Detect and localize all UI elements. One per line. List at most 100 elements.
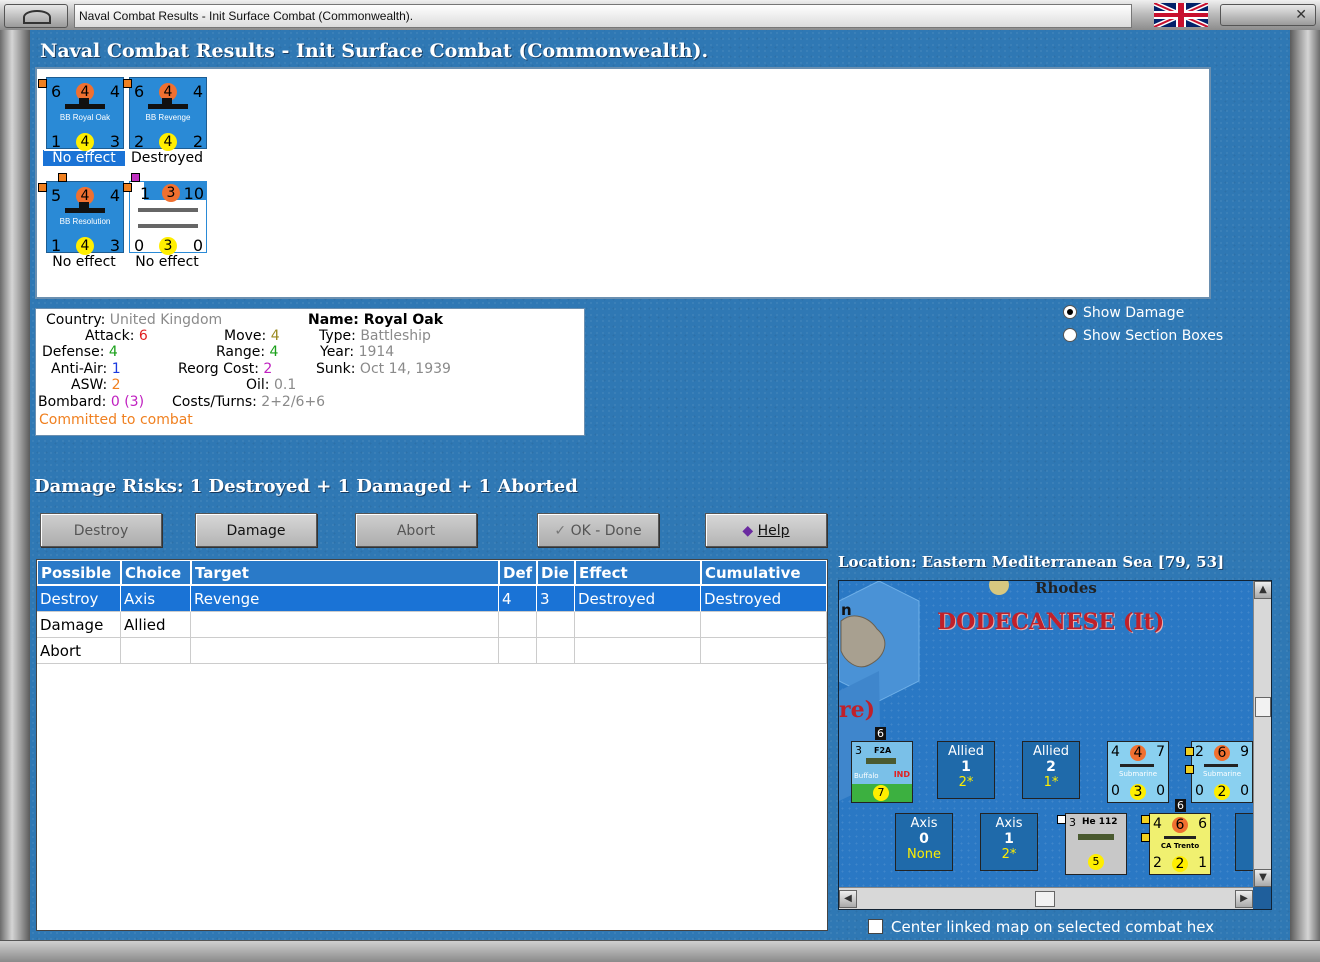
unit-royal-oak[interactable]: 6 4 4 BB Royal Oak 1 4 3 No effect bbox=[43, 75, 126, 166]
info-type: Type: Battleship bbox=[319, 328, 431, 344]
map-submarine-2[interactable]: 2 6 9 Submarine 0 2 0 bbox=[1191, 741, 1253, 803]
table-row-cell[interactable]: Revenge bbox=[191, 586, 499, 612]
help-button[interactable]: ◆ Help bbox=[705, 513, 827, 547]
unit-revenge[interactable]: 6 4 4 BB Revenge 2 4 2 Destroyed bbox=[126, 77, 208, 166]
unit-result: Destroyed bbox=[131, 150, 203, 166]
radio-unselected-icon bbox=[1063, 328, 1077, 342]
ok-done-button[interactable]: ✓ OK - Done bbox=[537, 513, 659, 547]
scroll-left-icon[interactable]: ◀ bbox=[839, 890, 857, 908]
unit-marker-icon bbox=[123, 79, 132, 88]
show-section-boxes-radio[interactable]: Show Section Boxes bbox=[1063, 328, 1223, 344]
close-button[interactable]: ✕ bbox=[1220, 4, 1316, 26]
table-row-cell[interactable] bbox=[191, 612, 499, 638]
scroll-down-icon[interactable]: ▼ bbox=[1254, 869, 1271, 887]
column-header[interactable]: Target bbox=[191, 560, 499, 585]
unit-chit[interactable]: 6 4 4 BB Revenge 2 4 2 bbox=[129, 77, 207, 151]
abort-button[interactable]: Abort bbox=[355, 513, 477, 547]
stack-count: 6 bbox=[875, 727, 886, 740]
axis-summary-2[interactable]: Axis 1 2* bbox=[980, 813, 1038, 871]
axis-summary-1[interactable]: Axis 0 None bbox=[895, 813, 953, 871]
table-row-cell[interactable] bbox=[575, 638, 701, 664]
unit-info-panel: Country: United Kingdom Attack: 6 Defens… bbox=[35, 308, 585, 436]
table-row-cell[interactable]: Damage bbox=[37, 612, 121, 638]
map-horizontal-scrollbar[interactable]: ◀ ▶ bbox=[839, 887, 1253, 909]
window-frame-bottom bbox=[0, 940, 1320, 962]
table-row-cell[interactable]: Allied bbox=[121, 612, 191, 638]
unit-result: No effect bbox=[135, 254, 199, 270]
fighter-plane-icon bbox=[866, 758, 896, 764]
column-header[interactable]: Def bbox=[499, 560, 537, 585]
info-attack: Attack: 6 bbox=[85, 328, 148, 344]
table-row-cell[interactable] bbox=[701, 612, 827, 638]
info-name: Name: Royal Oak bbox=[308, 312, 444, 328]
unit-marker-icon bbox=[58, 173, 67, 182]
show-damage-radio[interactable]: Show Damage bbox=[1063, 305, 1184, 321]
unit-chit[interactable]: 5 4 4 BB Resolution 1 4 3 bbox=[46, 181, 124, 255]
battleship-icon bbox=[148, 98, 188, 109]
info-country: Country: United Kingdom bbox=[46, 312, 223, 328]
scroll-thumb[interactable] bbox=[1035, 891, 1055, 907]
column-header[interactable]: Cumulative bbox=[701, 560, 827, 585]
system-menu-button[interactable] bbox=[4, 4, 68, 28]
combat-results-table: Possible Choice Target Def Die Effect Cu… bbox=[36, 559, 828, 931]
map-air-unit[interactable]: 3 F2A Buffalo IND 7 bbox=[851, 741, 913, 803]
checkmark-icon: ✓ bbox=[554, 523, 567, 539]
map-view[interactable]: Rhodes n DODECANESE (It) re) 6 3 F2A Buf… bbox=[839, 581, 1253, 887]
unit-resolution[interactable]: 5 4 4 BB Resolution 1 4 3 No effect bbox=[43, 181, 125, 270]
damage-risks-label: Damage Risks: 1 Destroyed + 1 Damaged + … bbox=[34, 476, 578, 497]
table-row-cell[interactable]: Destroyed bbox=[575, 586, 701, 612]
column-header[interactable]: Effect bbox=[575, 560, 701, 585]
linked-map[interactable]: Rhodes n DODECANESE (It) re) 6 3 F2A Buf… bbox=[838, 580, 1272, 910]
unit-marker-icon bbox=[123, 183, 132, 192]
table-row-cell[interactable] bbox=[121, 638, 191, 664]
table-row-cell[interactable]: 4 bbox=[499, 586, 537, 612]
table-row-cell[interactable] bbox=[191, 638, 499, 664]
table-row-cell[interactable]: Axis bbox=[121, 586, 191, 612]
table-row-cell[interactable] bbox=[537, 612, 575, 638]
table-row-cell[interactable] bbox=[499, 612, 537, 638]
battleship-icon bbox=[65, 98, 105, 109]
unit-marker-icon bbox=[1185, 765, 1194, 774]
map-unit-partial[interactable] bbox=[1235, 813, 1253, 871]
damage-button[interactable]: Damage bbox=[195, 513, 317, 547]
scroll-up-icon[interactable]: ▲ bbox=[1254, 581, 1271, 599]
info-reorg: Reorg Cost: 2 bbox=[178, 361, 273, 377]
map-he112-unit[interactable]: 3 He 112 5 bbox=[1065, 813, 1127, 875]
info-sunk: Sunk: Oct 14, 1939 bbox=[316, 361, 451, 377]
unit-chit[interactable]: 1 3 10 0 3 0 bbox=[129, 181, 207, 255]
column-header[interactable]: Die bbox=[537, 560, 575, 585]
info-oil: Oil: 0.1 bbox=[246, 377, 297, 393]
allied-summary-2[interactable]: Allied 2 1* bbox=[1022, 741, 1080, 799]
map-submarine-1[interactable]: 4 4 7 Submarine 0 3 0 bbox=[1107, 741, 1169, 803]
table-row-cell[interactable] bbox=[499, 638, 537, 664]
map-ca-trento-unit[interactable]: 4 6 6 CA Trento 2 2 1 bbox=[1149, 813, 1211, 875]
column-header[interactable]: Choice bbox=[121, 560, 191, 585]
table-row-cell[interactable]: Destroyed bbox=[701, 586, 827, 612]
info-move: Move: 4 bbox=[224, 328, 280, 344]
scroll-right-icon[interactable]: ▶ bbox=[1235, 890, 1253, 908]
destroy-button[interactable]: Destroy bbox=[40, 513, 162, 547]
unit-convoy[interactable]: 1 3 10 0 3 0 No effect bbox=[126, 181, 208, 270]
info-costs: Costs/Turns: 2+2/6+6 bbox=[172, 394, 326, 410]
allied-summary-1[interactable]: Allied 1 2* bbox=[937, 741, 995, 799]
table-row-cell[interactable] bbox=[701, 638, 827, 664]
transport-icon bbox=[138, 224, 198, 228]
cruiser-icon bbox=[1164, 836, 1196, 839]
map-vertical-scrollbar[interactable]: ▲ ▼ bbox=[1253, 581, 1271, 887]
table-row-cell[interactable] bbox=[575, 612, 701, 638]
table-row-cell[interactable]: Destroy bbox=[37, 586, 121, 612]
submarine-icon bbox=[1120, 764, 1154, 767]
checkbox-icon[interactable] bbox=[868, 919, 883, 934]
center-linked-map-checkbox[interactable]: Center linked map on selected combat hex bbox=[868, 918, 1214, 936]
table-row-cell[interactable] bbox=[537, 638, 575, 664]
fighter-plane-icon bbox=[1078, 834, 1114, 840]
table-row-cell[interactable]: Abort bbox=[37, 638, 121, 664]
unit-chit[interactable]: 6 4 4 BB Royal Oak 1 4 3 bbox=[44, 75, 126, 151]
info-defense: Defense: 4 bbox=[42, 344, 118, 360]
table-row-cell[interactable]: 3 bbox=[537, 586, 575, 612]
unit-marker-icon bbox=[1141, 833, 1150, 842]
column-header[interactable]: Possible bbox=[37, 560, 121, 585]
title-bar: Naval Combat Results - Init Surface Comb… bbox=[0, 0, 1320, 31]
scroll-thumb[interactable] bbox=[1255, 697, 1271, 717]
unit-panel: 6 4 4 BB Royal Oak 1 4 3 No effect 6 4 4… bbox=[35, 67, 1211, 299]
